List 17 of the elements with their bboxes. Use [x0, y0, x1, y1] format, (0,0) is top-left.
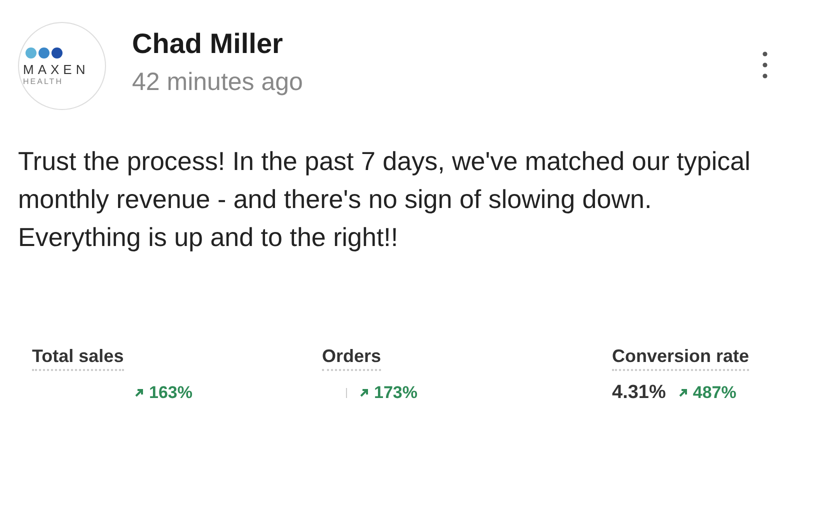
post-text: Trust the process! In the past 7 days, we've matched our typical monthly revenue - and there's no sign of slowing down. Everything is up and to the right!! — [18, 145, 752, 254]
trend-up-icon — [134, 388, 144, 398]
metric-change: 173% — [374, 383, 418, 403]
trend-up-icon — [359, 388, 369, 398]
trend-up-icon — [678, 388, 688, 398]
logo-subtitle: HEALTH — [23, 76, 63, 86]
metric-label[interactable]: Conversion rate — [612, 346, 750, 371]
metric-label[interactable]: Orders — [322, 346, 382, 371]
metric-change: 487% — [692, 383, 736, 403]
dots-icon — [25, 46, 65, 58]
metric-label[interactable]: Total sales — [32, 346, 124, 371]
metric-change: 163% — [149, 383, 192, 403]
author-name[interactable]: Chad Miller — [132, 28, 303, 60]
metric-value: 4.31% — [612, 382, 666, 404]
more-options-icon[interactable] — [762, 50, 768, 80]
logo-wordmark: MAXEN — [23, 62, 90, 76]
post-time: 42 minutes ago — [132, 68, 303, 97]
